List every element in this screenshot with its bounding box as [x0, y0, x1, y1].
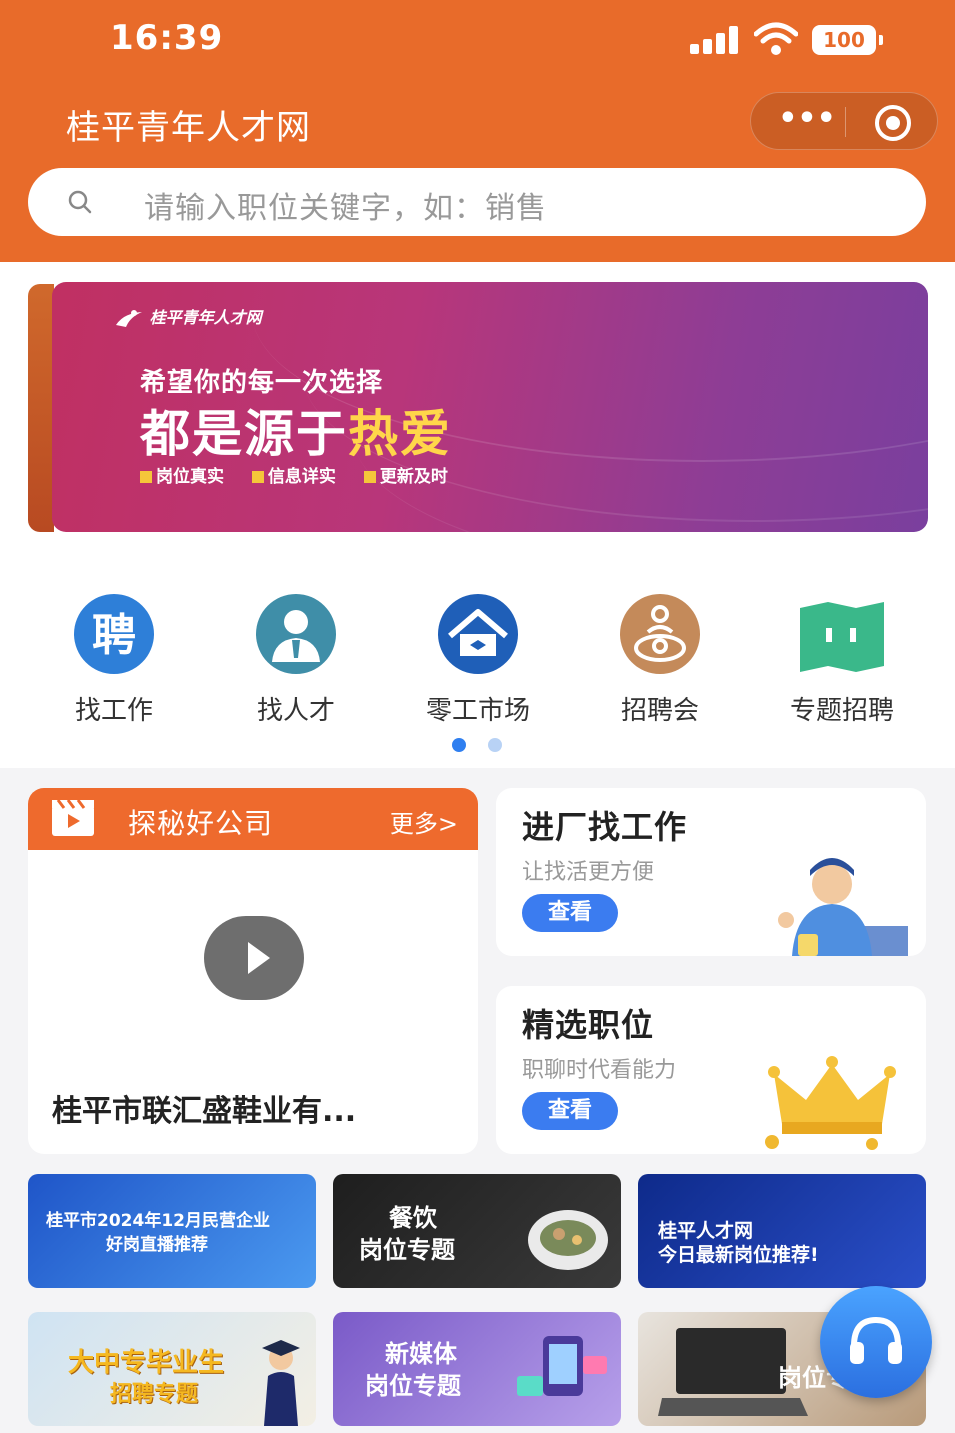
card-subtitle: 职聊时代看能力: [522, 1058, 677, 1083]
pager-dot-active[interactable]: [452, 738, 466, 752]
map-icon: [800, 602, 884, 672]
tile-new-media[interactable]: 新媒体 岗位专题: [333, 1312, 621, 1426]
banner-logo-text: 桂平青年人才网: [149, 308, 262, 327]
video-card-title: 探秘好公司: [128, 807, 274, 840]
status-bar: 16:39 100: [0, 0, 955, 80]
headset-icon: [850, 1316, 902, 1364]
header: 16:39 100 桂平青年人才网 ••• 请输入职位关键字，如：销售: [0, 0, 955, 262]
tile-livestream[interactable]: 桂平市2024年12月民营企业 好岗直播推荐: [28, 1174, 316, 1288]
view-button[interactable]: 查看: [522, 894, 618, 932]
banner-line2-highlight: 热爱: [348, 405, 452, 463]
nav-label: 招聘会: [620, 696, 699, 726]
miniapp-capsule: •••: [750, 92, 938, 150]
pager-dot[interactable]: [488, 738, 502, 752]
video-card-header: 探秘好公司 更多>: [28, 788, 478, 850]
banner-logo: 桂平青年人才网: [114, 304, 262, 329]
video-clapper-icon: [52, 799, 94, 836]
tile-line2: 招聘专题: [110, 1382, 199, 1407]
media-devices-icon: [517, 1336, 607, 1396]
graduate-icon: [262, 1340, 300, 1426]
app-title: 桂平青年人才网: [66, 108, 311, 148]
company-name: 桂平市联汇盛鞋业有...: [52, 1094, 357, 1129]
nav-label: 找人才: [256, 696, 335, 726]
banner-carousel[interactable]: 桂平青年人才网 希望你的每一次选择 都是源于热爱 岗位真实 信息详实 更新及时: [52, 282, 928, 532]
tile-line2: 好岗直播推荐: [106, 1235, 208, 1255]
banner-tag: 更新及时: [363, 467, 448, 487]
banner-line2: 都是源于热爱: [140, 394, 452, 466]
house-icon: [438, 594, 518, 674]
food-bowl-icon: [528, 1210, 608, 1270]
battery-icon: 100: [812, 25, 883, 55]
capsule-divider: [845, 107, 846, 137]
video-more-link[interactable]: 更多>: [390, 804, 458, 839]
nav-gig-market[interactable]: 零工市场: [398, 592, 558, 726]
play-icon[interactable]: [204, 916, 304, 1000]
banner-line2-prefix: 都是源于: [140, 405, 348, 463]
tile-line2: 岗位专题: [359, 1236, 455, 1264]
crown-illustration-icon: [765, 1056, 896, 1150]
banner-tag: 岗位真实: [140, 467, 224, 487]
tile-line2: 今日最新岗位推荐!: [658, 1244, 819, 1266]
nav-label: 零工市场: [425, 696, 530, 726]
tile-catering[interactable]: 餐饮 岗位专题: [333, 1174, 621, 1288]
nav-special-recruit[interactable]: 专题招聘: [762, 592, 922, 726]
tile-graduates[interactable]: 大中专毕业生 招聘专题: [28, 1312, 316, 1426]
selected-jobs-card[interactable]: 精选职位 职聊时代看能力 查看: [496, 986, 926, 1154]
card-subtitle: 让找活更方便: [522, 860, 655, 885]
nav-label: 找工作: [74, 696, 153, 726]
banner-tags: 岗位真实 信息详实 更新及时: [140, 462, 470, 487]
tile-today-jobs[interactable]: 桂平人才网 今日最新岗位推荐!: [638, 1174, 926, 1288]
signal-icon: [690, 26, 742, 54]
banner-tag: 信息详实: [251, 467, 336, 487]
close-miniapp-icon[interactable]: [875, 105, 911, 141]
customer-service-button[interactable]: [820, 1286, 932, 1398]
company-video-card[interactable]: 探秘好公司 更多> 桂平市联汇盛鞋业有...: [28, 788, 478, 1154]
tile-line1: 桂平市2024年12月民营企业: [46, 1211, 270, 1231]
card-title: 精选职位: [522, 1006, 655, 1044]
recruit-icon: 聘: [74, 594, 154, 674]
card-title: 进厂找工作: [522, 808, 688, 846]
tile-line1: 大中专毕业生: [68, 1348, 225, 1378]
search-input[interactable]: 请输入职位关键字，如：销售: [28, 168, 926, 236]
tile-line2: 岗位专题: [365, 1372, 461, 1400]
meeting-icon: [620, 594, 700, 674]
nav-find-job[interactable]: 聘 找工作: [34, 592, 194, 726]
app-page: 16:39 100 桂平青年人才网 ••• 请输入职位关键字，如：销售 桂平青年…: [0, 0, 955, 1433]
search-placeholder: 请输入职位关键字，如：销售: [144, 191, 547, 226]
logo-mark-icon: [116, 309, 142, 327]
nav-find-talent[interactable]: 找人才: [216, 592, 376, 726]
nav-label: 专题招聘: [789, 696, 894, 726]
tile-line1: 餐饮: [389, 1204, 437, 1232]
person-icon: [256, 594, 336, 674]
wifi-icon: [754, 22, 798, 55]
worker-illustration-icon: [778, 858, 908, 956]
banner-prev-slide[interactable]: [28, 284, 54, 532]
tile-line1: 新媒体: [385, 1340, 457, 1368]
more-icon[interactable]: •••: [777, 104, 837, 137]
factory-job-card[interactable]: 进厂找工作 让找活更方便 查看: [496, 788, 926, 956]
tile-line1: 桂平人才网: [658, 1220, 754, 1242]
nav-pager: [450, 738, 510, 752]
search-icon: [68, 190, 92, 214]
nav-job-fair[interactable]: 招聘会: [580, 592, 740, 726]
view-button[interactable]: 查看: [522, 1092, 618, 1130]
status-time: 16:39: [110, 18, 224, 58]
svg-text:聘: 聘: [92, 610, 136, 661]
